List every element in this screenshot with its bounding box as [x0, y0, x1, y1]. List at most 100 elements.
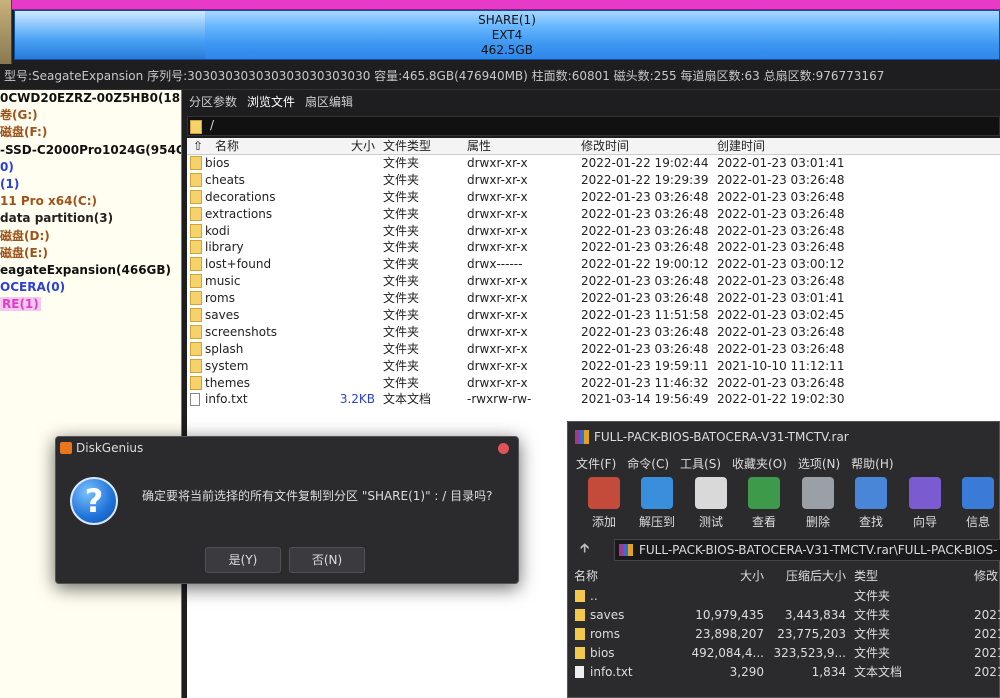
cell-name: splash — [205, 341, 244, 356]
tree-node[interactable]: OCERA(0) — [0, 279, 181, 296]
path-bar[interactable]: / — [187, 116, 1000, 136]
column-type[interactable]: 文件类型 — [383, 138, 431, 155]
toolbar-label: 查看 — [751, 515, 776, 529]
tree-node[interactable]: -SSD-C2000Pro1024G(954GB) — [0, 142, 181, 159]
cell-modified: 2022-01-22 19:02:44 — [581, 156, 709, 170]
toolbar-label: 测试 — [698, 515, 723, 529]
cell-size: 3,290 — [729, 665, 764, 679]
menu-item[interactable]: 工具(S) — [680, 457, 721, 471]
cell-type: 文件夹 — [383, 206, 420, 221]
tab-1[interactable]: 浏览文件 — [247, 95, 295, 109]
table-row[interactable]: extractions 文件夹 drwxr-xr-x 2022-01-23 03:26… — [187, 206, 1000, 223]
table-row[interactable]: lost+found 文件夹 drwx------ 2022-01-22 19:00:… — [187, 256, 1000, 273]
partition-segment-batocera[interactable] — [0, 0, 12, 64]
table-row[interactable]: bios 文件夹 drwxr-xr-x 2022-01-22 19:02:44 2022… — [187, 155, 1000, 172]
column-name[interactable]: 名称 — [215, 138, 239, 155]
cell-modified: 2021 — [974, 665, 1000, 679]
toolbar-button-0[interactable]: 添加 — [578, 477, 630, 530]
column-created[interactable]: 创建时间 — [717, 138, 765, 155]
question-icon: ? — [70, 477, 118, 525]
column-size[interactable]: 大小 — [327, 138, 375, 155]
table-row[interactable]: music 文件夹 drwxr-xr-x 2022-01-23 03:26:48 202… — [187, 273, 1000, 290]
list-item[interactable]: bios 492,084,4... 323,523,9... 文件夹 2021 — [568, 644, 1000, 663]
winrar-path-field[interactable]: FULL-PACK-BIOS-BATOCERA-V31-TMCTV.rar\FU… — [614, 539, 1000, 561]
winrar-col-modified[interactable]: 修改 — [974, 567, 998, 584]
tab-0[interactable]: 分区参数 — [189, 95, 237, 109]
no-button[interactable]: 否(N) — [289, 547, 365, 573]
toolbar-button-2[interactable]: 测试 — [685, 477, 737, 530]
tab-2[interactable]: 扇区编辑 — [305, 95, 353, 109]
tree-node[interactable]: (1) — [0, 176, 181, 193]
menu-item[interactable]: 收藏夹(O) — [732, 457, 787, 471]
cell-name: lost+found — [205, 257, 272, 272]
document-icon — [575, 663, 584, 684]
confirm-dialog: DiskGenius ? 确定要将当前选择的所有文件复制到分区 "SHARE(1… — [55, 436, 519, 584]
winrar-col-size[interactable]: 大小 — [678, 567, 764, 584]
file-rows: bios 文件夹 drwxr-xr-x 2022-01-22 19:02:44 2022… — [187, 155, 1000, 408]
list-item[interactable]: saves 10,979,435 3,443,834 文件夹 2021 — [568, 606, 1000, 625]
diskgenius-logo-icon — [60, 442, 72, 454]
tree-node[interactable]: 卷(G:) — [0, 107, 181, 124]
table-row[interactable]: kodi 文件夹 drwxr-xr-x 2022-01-23 03:26:48 2022… — [187, 223, 1000, 240]
toolbar-button-6[interactable]: 向导 — [899, 477, 951, 530]
tree-node[interactable]: 磁盘(E:) — [0, 245, 181, 262]
tree-node[interactable]: 磁盘(D:) — [0, 228, 181, 245]
column-attr[interactable]: 属性 — [467, 138, 491, 155]
table-row[interactable]: library 文件夹 drwxr-xr-x 2022-01-23 03:26:48 2… — [187, 239, 1000, 256]
menu-item[interactable]: 文件(F) — [576, 457, 616, 471]
tree-node[interactable]: 0CWD20EZRZ-00Z5HB0(1863G — [0, 90, 181, 107]
winrar-col-packed[interactable]: 压缩后大小 — [768, 567, 846, 584]
cell-name: roms — [590, 627, 620, 641]
tree-node[interactable]: 0) — [0, 159, 181, 176]
folder-icon — [575, 587, 585, 608]
table-row[interactable]: themes 文件夹 drwxr-xr-x 2022-01-23 11:46:32 20… — [187, 375, 1000, 392]
column-modified[interactable]: 修改时间 — [581, 138, 629, 155]
partition-segment-labels: SHARE(1) EXT4 462.5GB — [15, 13, 999, 58]
menu-item[interactable]: 帮助(H) — [851, 457, 893, 471]
cell-attr: -rwxrw-rw- — [467, 392, 532, 407]
table-row[interactable]: splash 文件夹 drwxr-xr-x 2022-01-23 03:26:48 20… — [187, 341, 1000, 358]
toolbar-button-3[interactable]: 查看 — [738, 477, 790, 530]
cell-attr: drwx------ — [467, 257, 523, 272]
table-row[interactable]: decorations 文件夹 drwxr-xr-x 2022-01-23 03:26… — [187, 189, 1000, 206]
partition-segment-share[interactable]: SHARE(1) EXT4 462.5GB — [14, 10, 1000, 60]
table-row[interactable]: system 文件夹 drwxr-xr-x 2022-01-23 19:59:11 20… — [187, 358, 1000, 375]
cell-modified: 2022-01-23 03:26:48 — [581, 189, 709, 204]
list-item[interactable]: .. 文件夹 — [568, 587, 1000, 606]
winrar-col-type[interactable]: 类型 — [854, 567, 878, 584]
menu-item[interactable]: 选项(N) — [798, 457, 840, 471]
cell-type: 文件夹 — [383, 172, 420, 187]
cell-modified: 2022-01-23 11:51:58 — [581, 308, 709, 323]
table-row[interactable]: screenshots 文件夹 drwxr-xr-x 2022-01-23 03:26… — [187, 324, 1000, 341]
list-item[interactable]: info.txt 3,290 1,834 文本文档 2021 — [568, 663, 1000, 682]
tree-node[interactable]: 磁盘(F:) — [0, 124, 181, 141]
cell-packed: 3,443,834 — [784, 608, 846, 622]
partition-highlight-strip — [0, 0, 1000, 10]
list-item[interactable]: roms 23,898,207 23,775,203 文件夹 2021 — [568, 625, 1000, 644]
cell-name: .. — [590, 589, 598, 603]
cell-name: bios — [205, 156, 230, 170]
folder-icon — [190, 120, 202, 134]
cell-modified: 2022-01-23 03:26:48 — [581, 341, 709, 356]
tree-node[interactable]: eagateExpansion(466GB) — [0, 262, 181, 279]
tree-node[interactable]: 11 Pro x64(C:) — [0, 193, 181, 210]
cell-type: 文件夹 — [854, 589, 891, 603]
toolbar-button-7[interactable]: 信息 — [952, 477, 1000, 530]
dialog-close-button[interactable] — [498, 443, 509, 454]
toolbar-button-4[interactable]: 删除 — [792, 477, 844, 530]
up-arrow-icon[interactable]: 🡱 — [580, 539, 589, 561]
yes-button[interactable]: 是(Y) — [205, 547, 281, 573]
menu-item[interactable]: 命令(C) — [627, 457, 669, 471]
tree-node[interactable]: RE(1) — [0, 296, 181, 313]
table-row[interactable]: roms 文件夹 drwxr-xr-x 2022-01-23 03:26:48 2022… — [187, 290, 1000, 307]
table-row[interactable]: cheats 文件夹 drwxr-xr-x 2022-01-22 19:29:39 20… — [187, 172, 1000, 189]
tree-node[interactable]: data partition(3) — [0, 210, 181, 227]
winrar-col-name[interactable]: 名称 — [574, 567, 598, 584]
cell-name: roms — [205, 291, 235, 306]
table-row[interactable]: saves 文件夹 drwxr-xr-x 2022-01-23 11:51:58 202… — [187, 307, 1000, 324]
sort-up-icon[interactable]: ⇧ — [193, 138, 203, 155]
toolbar-button-1[interactable]: 解压到 — [631, 477, 683, 530]
toolbar-button-5[interactable]: 查找 — [845, 477, 897, 530]
toolbar-label: 查找 — [858, 515, 883, 529]
table-row[interactable]: info.txt 3.2KB 文本文档 -rwxrw-rw- 2021-03-14 19… — [187, 391, 1000, 408]
